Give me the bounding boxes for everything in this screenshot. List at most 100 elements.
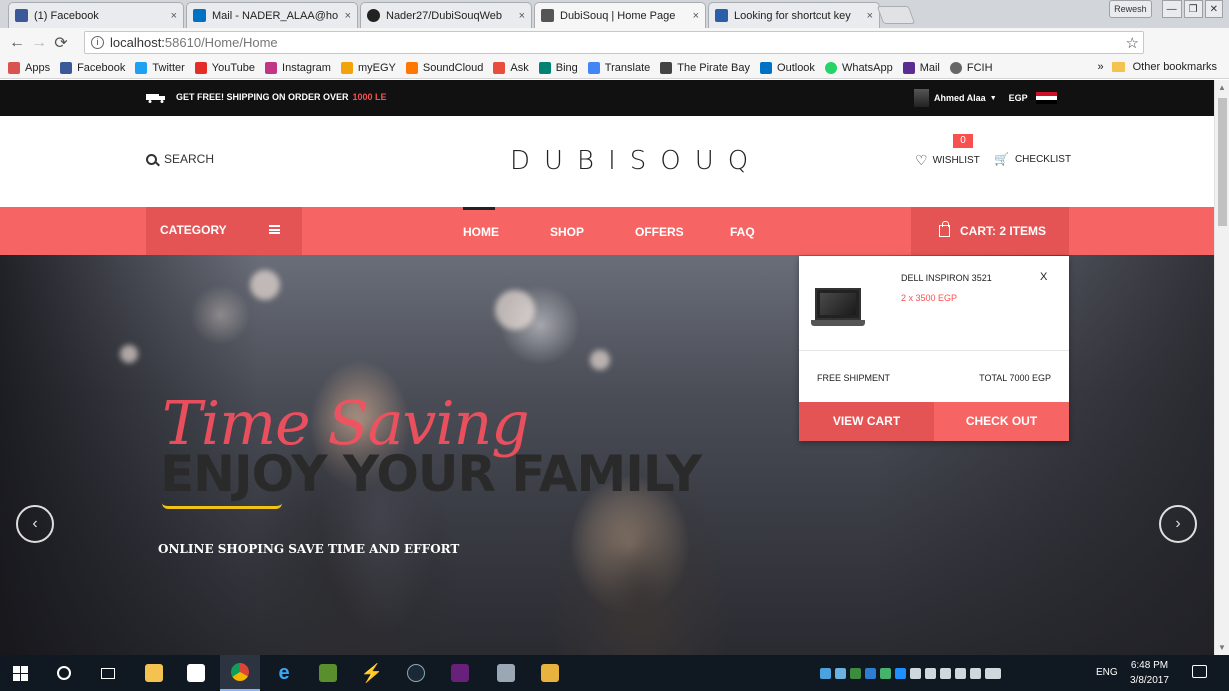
bookmark-soundcloud[interactable]: SoundCloud <box>405 61 483 74</box>
wishlist-link[interactable]: ♡ WISHLIST <box>915 152 980 169</box>
tools-icon[interactable] <box>530 655 570 691</box>
info-icon[interactable]: i <box>91 36 104 49</box>
tray-icon[interactable] <box>850 667 861 679</box>
bookmark-apps[interactable]: Apps <box>8 61 50 74</box>
product-image[interactable] <box>811 288 865 330</box>
search-button[interactable]: SEARCH <box>146 152 214 166</box>
main-navbar: CATEGORY HOME SHOP OFFERS FAQ CART: 2 IT… <box>0 207 1214 255</box>
bookmark-mail[interactable]: Mail <box>902 61 940 74</box>
bookmark-ask[interactable]: Ask <box>493 61 529 74</box>
checklist-link[interactable]: 🛒 CHECKLIST <box>994 152 1071 166</box>
bookmark-whatsapp[interactable]: WhatsApp <box>824 61 893 74</box>
slider-prev-button[interactable]: ‹ <box>16 505 54 543</box>
tray-icon[interactable] <box>820 667 831 679</box>
page-scrollbar[interactable]: ▲ ▼ <box>1214 80 1229 655</box>
bookmark-star-icon[interactable]: ☆ <box>1126 34 1139 52</box>
tab-dubisouq[interactable]: DubiSouq | Home Page × <box>534 2 706 28</box>
more-bookmarks-button[interactable]: » <box>1098 61 1104 73</box>
scrollbar-thumb[interactable] <box>1218 98 1227 226</box>
lightning-icon[interactable]: ⚡ <box>352 655 392 691</box>
egypt-flag-icon[interactable] <box>1035 92 1057 104</box>
bookmark-myegy[interactable]: myEGY <box>340 61 396 74</box>
remove-item-button[interactable]: X <box>1040 271 1047 283</box>
new-tab-button[interactable] <box>876 6 916 24</box>
close-icon[interactable]: × <box>867 10 873 22</box>
wishlist-label: WISHLIST <box>932 155 980 166</box>
tray-icon[interactable] <box>910 667 921 679</box>
visual-studio-icon[interactable] <box>440 655 480 691</box>
steam-icon[interactable] <box>396 655 436 691</box>
cart-total: TOTAL 7000 EGP <box>979 373 1051 383</box>
other-bookmarks[interactable]: Other bookmarks <box>1133 61 1217 73</box>
chrome-icon[interactable] <box>220 655 260 691</box>
bookmark-facebook[interactable]: Facebook <box>60 61 125 74</box>
scroll-up-icon[interactable]: ▲ <box>1218 83 1226 92</box>
nav-faq[interactable]: FAQ <box>730 225 755 239</box>
tray-icon[interactable] <box>865 667 876 679</box>
pen-icon[interactable] <box>970 667 981 679</box>
language-indicator[interactable]: ENG <box>1096 667 1118 678</box>
minimize-button[interactable]: — <box>1161 0 1182 18</box>
bookmark-outlook[interactable]: Outlook <box>760 61 815 74</box>
store-icon[interactable] <box>176 655 216 691</box>
close-icon[interactable]: × <box>345 10 351 22</box>
task-view-icon[interactable] <box>88 655 128 691</box>
tab-github[interactable]: Nader27/DubiSouqWeb × <box>360 2 532 28</box>
bookmark-translate[interactable]: Translate <box>587 61 650 74</box>
blend-icon[interactable] <box>308 655 348 691</box>
file-explorer-icon[interactable] <box>134 655 174 691</box>
bookmark-bing[interactable]: Bing <box>538 61 578 74</box>
tn-icon <box>715 9 728 22</box>
tray-icon[interactable] <box>895 667 906 679</box>
windows-start-icon[interactable] <box>0 655 40 691</box>
close-icon[interactable]: × <box>693 10 699 22</box>
battery-icon[interactable] <box>925 667 936 679</box>
maximize-button[interactable]: ❐ <box>1183 0 1203 18</box>
keyboard-icon[interactable] <box>985 667 1001 679</box>
page-icon <box>541 9 554 22</box>
volume-icon[interactable] <box>940 667 951 679</box>
check-out-button[interactable]: CHECK OUT <box>934 402 1069 441</box>
tab-label: DubiSouq | Home Page <box>560 9 676 22</box>
bookmark-instagram[interactable]: Instagram <box>265 61 331 74</box>
close-icon[interactable]: × <box>171 10 177 22</box>
site-header: SEARCH DUBISOUQ 0 ♡ WISHLIST 🛒 CHECKLIST <box>0 116 1214 206</box>
bookmark-twitter[interactable]: Twitter <box>135 61 185 74</box>
cortana-icon[interactable] <box>44 655 84 691</box>
tray-icon[interactable] <box>880 667 891 679</box>
close-icon[interactable]: × <box>519 10 525 22</box>
bookmark-youtube[interactable]: YouTube <box>194 61 255 74</box>
site-logo[interactable]: DUBISOUQ <box>510 146 762 176</box>
nav-offers[interactable]: OFFERS <box>635 225 730 239</box>
notification-icon[interactable] <box>1192 665 1207 678</box>
scroll-down-icon[interactable]: ▼ <box>1218 643 1226 652</box>
currency-selector[interactable]: EGP <box>1009 93 1028 103</box>
cart-button[interactable]: CART: 2 ITEMS <box>911 207 1069 255</box>
close-window-button[interactable]: ✕ <box>1204 0 1223 18</box>
forward-icon[interactable]: → <box>28 34 50 52</box>
profile-button[interactable]: Rewesh <box>1109 0 1152 18</box>
nav-home[interactable]: HOME <box>463 207 550 239</box>
product-name[interactable]: DELL INSPIRON 3521 <box>901 273 992 283</box>
bookmark-fcih[interactable]: FCIH <box>949 61 993 74</box>
reload-icon[interactable]: ⟳ <box>50 33 72 53</box>
bookmark-piratebay[interactable]: The Pirate Bay <box>660 61 750 74</box>
address-bar[interactable]: i localhost: 58610/Home/Home ☆ <box>84 31 1144 54</box>
computer-icon[interactable] <box>486 655 526 691</box>
slider-next-button[interactable]: › <box>1159 505 1197 543</box>
back-icon[interactable]: ← <box>6 34 28 52</box>
tray-icon[interactable] <box>835 667 846 679</box>
tab-mail[interactable]: Mail - NADER_ALAA@ho × <box>186 2 358 28</box>
category-menu-button[interactable]: CATEGORY <box>146 207 302 255</box>
user-menu[interactable]: Ahmed Alaa ▼ EGP <box>914 89 1057 107</box>
nav-shop[interactable]: SHOP <box>550 225 635 239</box>
tab-shortcut[interactable]: Looking for shortcut key × <box>708 2 880 28</box>
wifi-icon[interactable] <box>955 667 966 679</box>
clock[interactable]: 6:48 PM 3/8/2017 <box>1130 658 1169 688</box>
view-cart-button[interactable]: VIEW CART <box>799 402 934 441</box>
hero-underline <box>162 503 282 509</box>
edge-icon[interactable]: e <box>264 655 304 691</box>
nav-links: HOME SHOP OFFERS FAQ <box>463 207 755 239</box>
tab-facebook[interactable]: (1) Facebook × <box>8 2 184 28</box>
bookmarks-bar: Apps Facebook Twitter YouTube Instagram … <box>0 57 1229 79</box>
